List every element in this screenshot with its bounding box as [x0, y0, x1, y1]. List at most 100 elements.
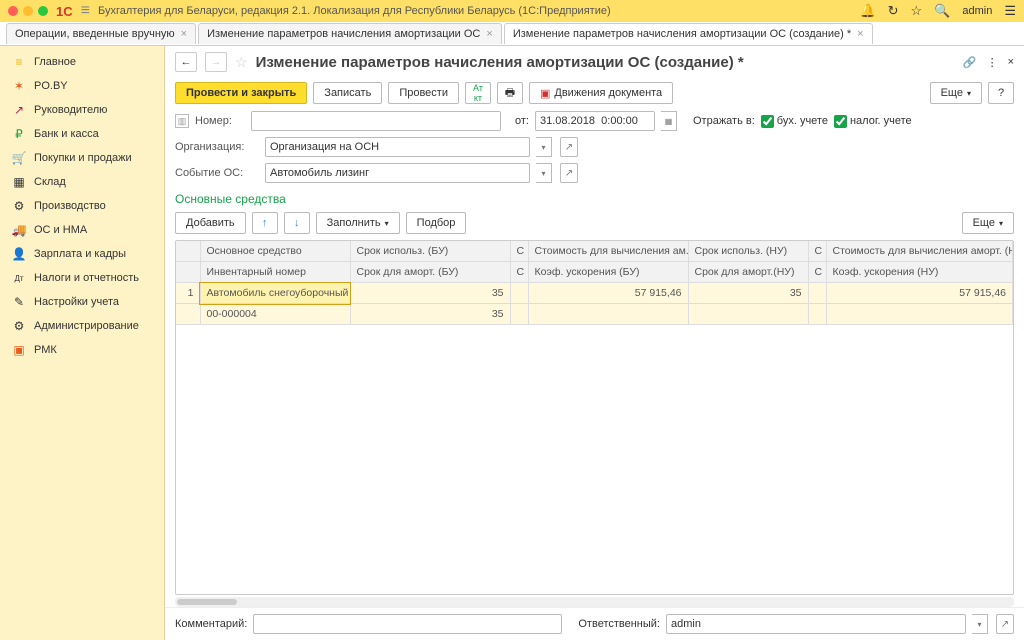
movements-button[interactable]: ▣Движения документа [529, 82, 673, 104]
write-button[interactable]: Записать [313, 82, 382, 104]
th-srok-nu[interactable]: Срок использ. (НУ) [688, 241, 808, 262]
th-koef-bu[interactable]: Коэф. ускорения (БУ) [528, 262, 688, 283]
bell-icon[interactable]: 🔔 [859, 3, 875, 19]
dtkt-button[interactable]: Аткт [465, 82, 491, 104]
maximize-window-icon[interactable] [38, 6, 48, 16]
open-event-button[interactable]: ↗ [560, 163, 578, 183]
th-c2[interactable]: С [808, 241, 826, 262]
tab-amort-change-list[interactable]: Изменение параметров начисления амортиза… [198, 23, 502, 44]
help-button[interactable]: ? [988, 82, 1014, 104]
cell-srok-am-nu[interactable] [688, 304, 808, 325]
th-srok-bu[interactable]: Срок использ. (БУ) [350, 241, 510, 262]
cell-srok-nu[interactable]: 35 [688, 283, 808, 304]
th-koef-nu[interactable]: Коэф. ускорения (НУ) [826, 262, 1013, 283]
favorite-icon[interactable]: ☆ [235, 54, 248, 71]
reflect-buh-checkbox[interactable]: бух. учете [761, 115, 828, 128]
cell-srok-am-bu[interactable]: 35 [350, 304, 510, 325]
sidebar-item-poby[interactable]: ✶PO.BY [0, 74, 164, 98]
cell-c2[interactable] [808, 283, 826, 304]
sidebar-item-rmk[interactable]: ▣РМК [0, 338, 164, 362]
fill-button[interactable]: Заполнить ▾ [316, 212, 400, 234]
document-tabs: Операции, введенные вручную× Изменение п… [0, 22, 1024, 46]
th-num[interactable] [176, 241, 200, 262]
th-c3[interactable]: С [510, 262, 528, 283]
sidebar-item-manager[interactable]: ↗Руководителю [0, 98, 164, 122]
open-org-button[interactable]: ↗ [560, 137, 578, 157]
forward-button[interactable]: → [205, 52, 227, 72]
close-icon[interactable]: × [181, 28, 187, 40]
sidebar-item-salary[interactable]: 👤Зарплата и кадры [0, 242, 164, 266]
add-row-button[interactable]: Добавить [175, 212, 246, 234]
table-more-button[interactable]: Еще ▾ [962, 212, 1014, 234]
sidebar-item-production[interactable]: ⚙Производство [0, 194, 164, 218]
sidebar-item-warehouse[interactable]: ▦Склад [0, 170, 164, 194]
cell-koef-bu[interactable] [528, 304, 688, 325]
calendar-icon[interactable]: ▦ [661, 111, 677, 131]
search-icon[interactable]: 🔍 [934, 3, 950, 19]
table-row[interactable]: 1 Автомобиль снегоуборочный 35 57 915,46… [176, 283, 1013, 304]
minimize-window-icon[interactable] [23, 6, 33, 16]
tab-manual-ops[interactable]: Операции, введенные вручную× [6, 23, 196, 44]
org-select[interactable]: Организация на ОСН [265, 137, 530, 157]
table-row[interactable]: 00-000004 35 [176, 304, 1013, 325]
comment-field[interactable] [253, 614, 562, 634]
date-field[interactable] [535, 111, 655, 131]
cell-srok-bu[interactable]: 35 [350, 283, 510, 304]
close-doc-icon[interactable]: × [1008, 56, 1014, 69]
cell-koef-nu[interactable] [826, 304, 1013, 325]
cell-c3[interactable] [510, 304, 528, 325]
sidebar-item-main[interactable]: ≡Главное [0, 50, 164, 74]
responsible-select[interactable]: admin [666, 614, 966, 634]
cell-cost-bu[interactable]: 57 915,46 [528, 283, 688, 304]
move-up-button[interactable]: ↑ [252, 212, 278, 234]
pick-button[interactable]: Подбор [406, 212, 467, 234]
menu-icon[interactable]: ≡ [81, 2, 90, 20]
chevron-down-icon[interactable]: ▾ [536, 163, 552, 183]
number-field[interactable] [251, 111, 501, 131]
sidebar-item-settings[interactable]: ✎Настройки учета [0, 290, 164, 314]
chevron-down-icon[interactable]: ▾ [536, 137, 552, 157]
event-select[interactable]: Автомобиль лизинг [265, 163, 530, 183]
sidebar-item-assets[interactable]: 🚚ОС и НМА [0, 218, 164, 242]
cell-cost-nu[interactable]: 57 915,46 [826, 283, 1013, 304]
star-icon[interactable]: ☆ [911, 3, 923, 19]
print-button[interactable]: 🖶 [497, 82, 523, 104]
history-icon[interactable]: ↻ [888, 3, 899, 19]
sidebar-item-taxes[interactable]: ДтНалоги и отчетность [0, 266, 164, 290]
cell-c4[interactable] [808, 304, 826, 325]
post-button[interactable]: Провести [388, 82, 459, 104]
th-c4[interactable]: С [808, 262, 826, 283]
link-icon[interactable]: 🔗 [963, 56, 977, 69]
open-resp-button[interactable]: ↗ [996, 614, 1014, 634]
cell-rownum[interactable]: 1 [176, 283, 200, 304]
panel-icon[interactable]: ☰ [1004, 3, 1016, 19]
sidebar-item-admin[interactable]: ⚙Администрирование [0, 314, 164, 338]
reflect-nal-checkbox[interactable]: налог. учете [834, 115, 912, 128]
post-and-close-button[interactable]: Провести и закрыть [175, 82, 307, 104]
th-srok-am-nu[interactable]: Срок для аморт.(НУ) [688, 262, 808, 283]
th-srok-am-bu[interactable]: Срок для аморт. (БУ) [350, 262, 510, 283]
assets-table[interactable]: Основное средство Срок использ. (БУ) С С… [175, 240, 1014, 595]
more-menu-icon[interactable]: ⋮ [987, 56, 998, 69]
th-cost-bu[interactable]: Стоимость для вычисления ам... [528, 241, 688, 262]
more-button[interactable]: Еще ▾ [930, 82, 982, 104]
close-icon[interactable]: × [857, 28, 863, 40]
th-c1[interactable]: С [510, 241, 528, 262]
th-cost-nu[interactable]: Стоимость для вычисления аморт. (НУ) [826, 241, 1013, 262]
move-down-button[interactable]: ↓ [284, 212, 310, 234]
cell-c1[interactable] [510, 283, 528, 304]
th-os[interactable]: Основное средство [200, 241, 350, 262]
user-label[interactable]: admin [962, 5, 992, 17]
cell-inv[interactable]: 00-000004 [200, 304, 350, 325]
chevron-down-icon[interactable]: ▾ [972, 614, 988, 634]
tab-amort-change-new[interactable]: Изменение параметров начисления амортиза… [504, 23, 873, 44]
cell-os[interactable]: Автомобиль снегоуборочный [200, 283, 350, 304]
close-icon[interactable]: × [486, 28, 492, 40]
org-value: Организация на ОСН [270, 141, 379, 153]
sidebar-item-bank[interactable]: ₽Банк и касса [0, 122, 164, 146]
horizontal-scrollbar[interactable] [175, 597, 1014, 607]
sidebar-item-sales[interactable]: 🛒Покупки и продажи [0, 146, 164, 170]
th-inv[interactable]: Инвентарный номер [200, 262, 350, 283]
back-button[interactable]: ← [175, 52, 197, 72]
close-window-icon[interactable] [8, 6, 18, 16]
